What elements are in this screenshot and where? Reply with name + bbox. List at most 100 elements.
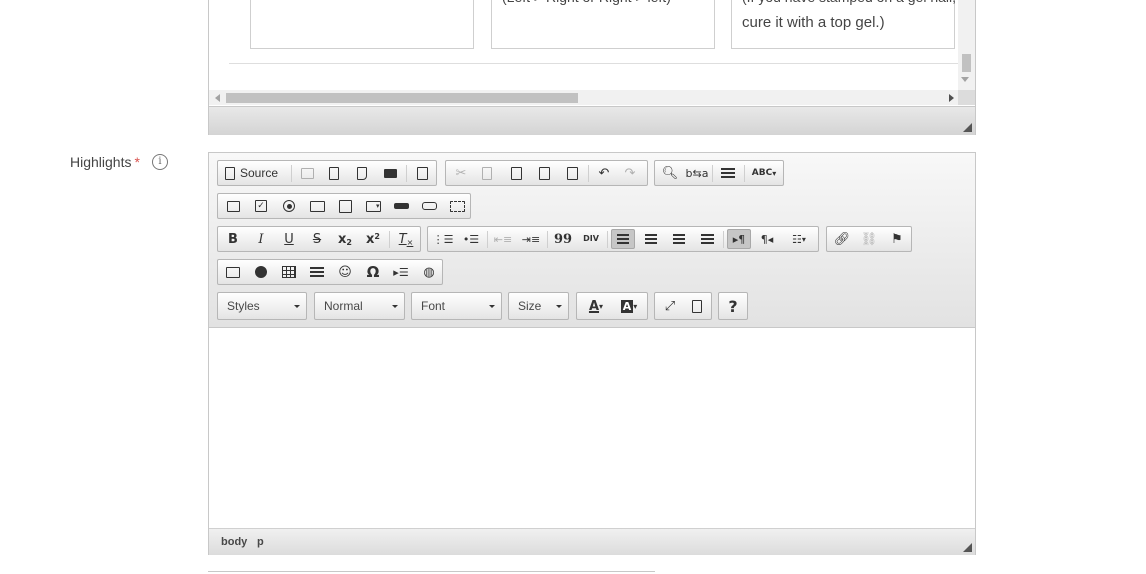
align-center-button[interactable] xyxy=(639,229,663,249)
preview-button[interactable] xyxy=(350,163,374,183)
rtl-button[interactable]: ¶◂ xyxy=(755,229,779,249)
image-button-button[interactable] xyxy=(417,196,441,216)
size-dropdown[interactable]: Size xyxy=(508,292,569,320)
scroll-right-arrow-icon[interactable] xyxy=(949,94,954,102)
horizontal-scrollbar-thumb[interactable] xyxy=(226,93,578,103)
undo-button[interactable]: ↶ xyxy=(592,163,616,183)
indent-button[interactable]: ⇥≡ xyxy=(519,229,543,249)
format-dropdown[interactable]: Normal xyxy=(314,292,405,320)
align-left-button[interactable] xyxy=(611,229,635,249)
unlink-icon: ⛓︎ xyxy=(860,231,878,247)
anchor-button[interactable]: ⚑ xyxy=(885,229,909,249)
outdent-button[interactable]: ⇤≡ xyxy=(491,229,515,249)
save-button[interactable] xyxy=(295,163,319,183)
table-icon xyxy=(282,266,296,278)
remove-format-button[interactable]: T × xyxy=(394,229,418,249)
text-color-icon: A xyxy=(588,298,600,314)
subscript-button[interactable]: x2 xyxy=(333,229,357,249)
toolbar-group-insert: ☺ Ω ▸☰ ◍ xyxy=(217,259,443,285)
cut-button[interactable]: ✂ xyxy=(449,163,473,183)
textarea-button[interactable] xyxy=(333,196,357,216)
ltr-button[interactable]: ▸¶ xyxy=(727,229,751,249)
strikethrough-button[interactable]: S xyxy=(305,229,329,249)
copy-button[interactable] xyxy=(475,163,499,183)
editor-toolbar: Source ✂ ↶ ↷ 🔍︎ b⇆a ABC ▾ ✓ ▾ B I U S x … xyxy=(209,153,975,328)
italic-button[interactable]: I xyxy=(249,229,273,249)
select-field-button[interactable]: ▾ xyxy=(361,196,385,216)
templates-button[interactable] xyxy=(410,163,434,183)
previous-editor-content[interactable]: (Left > Right or Right > left) (If you h… xyxy=(209,0,958,90)
align-right-button[interactable] xyxy=(667,229,691,249)
form-button[interactable] xyxy=(221,196,245,216)
find-button[interactable]: 🔍︎ xyxy=(658,163,682,183)
paste-word-button[interactable] xyxy=(560,163,584,183)
smiley-button[interactable]: ☺ xyxy=(333,262,357,282)
numbered-list-button[interactable]: ⋮☰ xyxy=(431,229,455,249)
resize-grip-icon[interactable] xyxy=(963,123,972,132)
replace-button[interactable]: b⇆a xyxy=(685,163,709,183)
unlink-button[interactable]: ⛓︎ xyxy=(857,229,881,249)
toolbar-group-paragraph: ⋮☰ •☰ ⇤≡ ⇥≡ 99 DIV ▸¶ ¶◂ ☷ ▾ xyxy=(427,226,819,252)
about-button[interactable]: ? xyxy=(721,296,745,316)
special-char-button[interactable]: Ω xyxy=(361,262,385,282)
page-break-button[interactable]: ▸☰ xyxy=(389,262,413,282)
textarea-icon xyxy=(338,199,352,213)
highlights-label: Highlights * xyxy=(70,154,140,170)
justify-button[interactable] xyxy=(695,229,719,249)
image-button[interactable] xyxy=(221,262,245,282)
language-button[interactable]: ☷ ▾ xyxy=(783,229,815,249)
text-field-button[interactable] xyxy=(305,196,329,216)
underline-button[interactable]: U xyxy=(277,229,301,249)
blockquote-button[interactable]: 99 xyxy=(551,229,575,249)
scroll-left-arrow-icon[interactable] xyxy=(215,94,220,102)
element-path-body[interactable]: body xyxy=(221,536,247,548)
text-color-button[interactable]: A ▾ xyxy=(580,296,612,316)
superscript-button[interactable]: x2 xyxy=(361,229,385,249)
scroll-down-arrow-icon[interactable] xyxy=(961,77,969,82)
table-button[interactable] xyxy=(277,262,301,282)
bg-color-button[interactable]: A ▾ xyxy=(613,296,645,316)
horizontal-scrollbar[interactable] xyxy=(209,90,958,105)
show-blocks-button[interactable] xyxy=(685,296,709,316)
new-page-button[interactable] xyxy=(322,163,346,183)
vertical-scrollbar[interactable] xyxy=(958,0,975,90)
spellcheck-button[interactable]: ABC ▾ xyxy=(748,163,780,183)
source-button[interactable]: Source xyxy=(221,163,287,183)
print-button[interactable] xyxy=(378,163,402,183)
form-icon xyxy=(226,200,240,212)
styles-dropdown[interactable]: Styles xyxy=(217,292,307,320)
select-field-icon: ▾ xyxy=(365,200,381,212)
create-div-button[interactable]: DIV xyxy=(579,229,603,249)
info-icon[interactable]: i xyxy=(152,154,168,170)
bulleted-list-button[interactable]: •☰ xyxy=(459,229,483,249)
redo-button[interactable]: ↷ xyxy=(618,163,642,183)
horizontal-line-button[interactable] xyxy=(305,262,329,282)
vertical-scrollbar-thumb[interactable] xyxy=(962,54,971,72)
editor-content-area[interactable] xyxy=(209,328,975,528)
iframe-button[interactable]: ◍ xyxy=(417,262,441,282)
cell-right-text-line1: (If you have stamped on a gel nail, xyxy=(742,0,956,9)
maximize-icon: ⤢ xyxy=(664,298,676,314)
hidden-field-button[interactable] xyxy=(445,196,469,216)
redo-icon: ↷ xyxy=(624,165,636,181)
chevron-down-icon xyxy=(489,305,495,308)
checkbox-button[interactable]: ✓ xyxy=(249,196,273,216)
link-button[interactable]: 🔗︎ xyxy=(830,229,854,249)
select-all-icon xyxy=(721,167,735,179)
resize-grip-icon[interactable] xyxy=(963,543,972,552)
preview-icon xyxy=(357,166,367,180)
element-path-p[interactable]: p xyxy=(257,536,264,548)
horizontal-line-icon xyxy=(310,266,324,278)
bold-button[interactable]: B xyxy=(221,229,245,249)
font-dropdown[interactable]: Font xyxy=(411,292,502,320)
paste-button[interactable] xyxy=(504,163,528,183)
justify-icon xyxy=(700,233,714,245)
maximize-button[interactable]: ⤢ xyxy=(658,296,682,316)
paste-text-button[interactable] xyxy=(532,163,556,183)
form-button-button[interactable] xyxy=(389,196,413,216)
spellcheck-icon: ABC xyxy=(751,168,773,178)
image-button-icon xyxy=(421,202,437,210)
select-all-button[interactable] xyxy=(716,163,740,183)
radio-button[interactable] xyxy=(277,196,301,216)
flash-button[interactable] xyxy=(249,262,273,282)
